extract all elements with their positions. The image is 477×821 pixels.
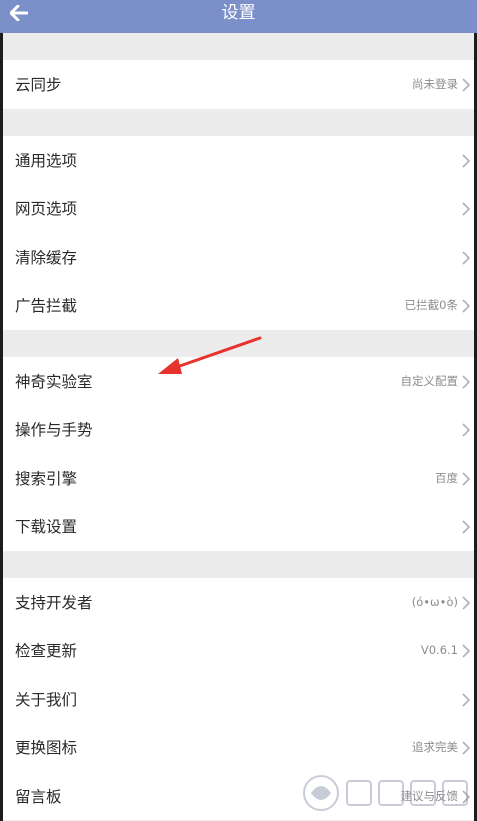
chevron-right-icon: [462, 692, 471, 707]
chevron-right-icon: [462, 153, 471, 168]
setting-label: 清除缓存: [15, 248, 78, 267]
title-bar: 设置: [0, 0, 477, 33]
setting-item-change-icon[interactable]: 更换图标 追求完美: [3, 723, 474, 772]
setting-item-ad-block[interactable]: 广告拦截 已拦截0条: [3, 281, 474, 330]
settings-group-browsing: 通用选项 网页选项 清除缓存 广告拦截 已拦截0条: [3, 135, 474, 330]
setting-value: 已拦截0条: [404, 298, 458, 313]
setting-item-message-board[interactable]: 留言板 建议与反馈: [3, 772, 474, 821]
setting-value: 自定义配置: [400, 373, 459, 388]
chevron-right-icon: [462, 789, 471, 804]
settings-group-advanced: 神奇实验室 自定义配置 操作与手势 搜索引擎 百度 下载设置: [3, 356, 474, 551]
chevron-right-icon: [462, 595, 471, 610]
setting-item-cloud-sync[interactable]: 云同步 尚未登录: [3, 60, 474, 109]
setting-label: 支持开发者: [15, 593, 93, 612]
setting-label: 云同步: [15, 76, 62, 95]
setting-item-about-us[interactable]: 关于我们: [3, 675, 474, 724]
setting-value: V0.6.1: [420, 643, 458, 658]
setting-label: 广告拦截: [15, 297, 78, 316]
chevron-right-icon: [462, 201, 471, 216]
chevron-right-icon: [462, 77, 471, 92]
setting-value: 尚未登录: [412, 77, 458, 92]
setting-value: 追求完美: [412, 740, 458, 755]
settings-list: 云同步 尚未登录 通用选项 网页选项 清除缓存 广告拦截 已拦截0条 神奇实验室…: [3, 33, 474, 821]
setting-item-lab[interactable]: 神奇实验室 自定义配置: [3, 357, 474, 406]
setting-item-general[interactable]: 通用选项: [3, 136, 474, 185]
page-title: 设置: [221, 3, 256, 23]
setting-label: 关于我们: [15, 690, 78, 709]
setting-item-check-update[interactable]: 检查更新 V0.6.1: [3, 626, 474, 675]
setting-value: 百度: [435, 470, 458, 485]
setting-label: 神奇实验室: [15, 372, 93, 391]
setting-item-support-developer[interactable]: 支持开发者 (ó•ω•ò): [3, 578, 474, 627]
chevron-right-icon: [462, 298, 471, 313]
chevron-right-icon: [462, 471, 471, 486]
setting-value: 建议与反馈: [400, 788, 459, 803]
chevron-right-icon: [462, 250, 471, 265]
settings-group-about: 支持开发者 (ó•ω•ò) 检查更新 V0.6.1 关于我们 更换图标 追求完美: [3, 577, 474, 821]
setting-label: 通用选项: [15, 151, 78, 170]
setting-item-webpage[interactable]: 网页选项: [3, 184, 474, 233]
setting-item-search-engine[interactable]: 搜索引擎 百度: [3, 454, 474, 503]
setting-item-gestures[interactable]: 操作与手势: [3, 405, 474, 454]
chevron-right-icon: [462, 519, 471, 534]
setting-value: (ó•ω•ò): [411, 594, 458, 609]
chevron-right-icon: [462, 422, 471, 437]
settings-group-sync: 云同步 尚未登录: [3, 60, 474, 109]
setting-label: 检查更新: [15, 642, 78, 661]
chevron-right-icon: [462, 740, 471, 755]
setting-label: 更换图标: [15, 739, 78, 758]
setting-label: 网页选项: [15, 200, 78, 219]
setting-label: 下载设置: [15, 518, 78, 537]
setting-item-clear-cache[interactable]: 清除缓存: [3, 233, 474, 282]
setting-item-download[interactable]: 下载设置: [3, 502, 474, 551]
chevron-right-icon: [462, 643, 471, 658]
chevron-right-icon: [462, 374, 471, 389]
setting-label: 操作与手势: [15, 421, 93, 440]
setting-label: 留言板: [15, 787, 62, 806]
setting-label: 搜索引擎: [15, 469, 78, 488]
